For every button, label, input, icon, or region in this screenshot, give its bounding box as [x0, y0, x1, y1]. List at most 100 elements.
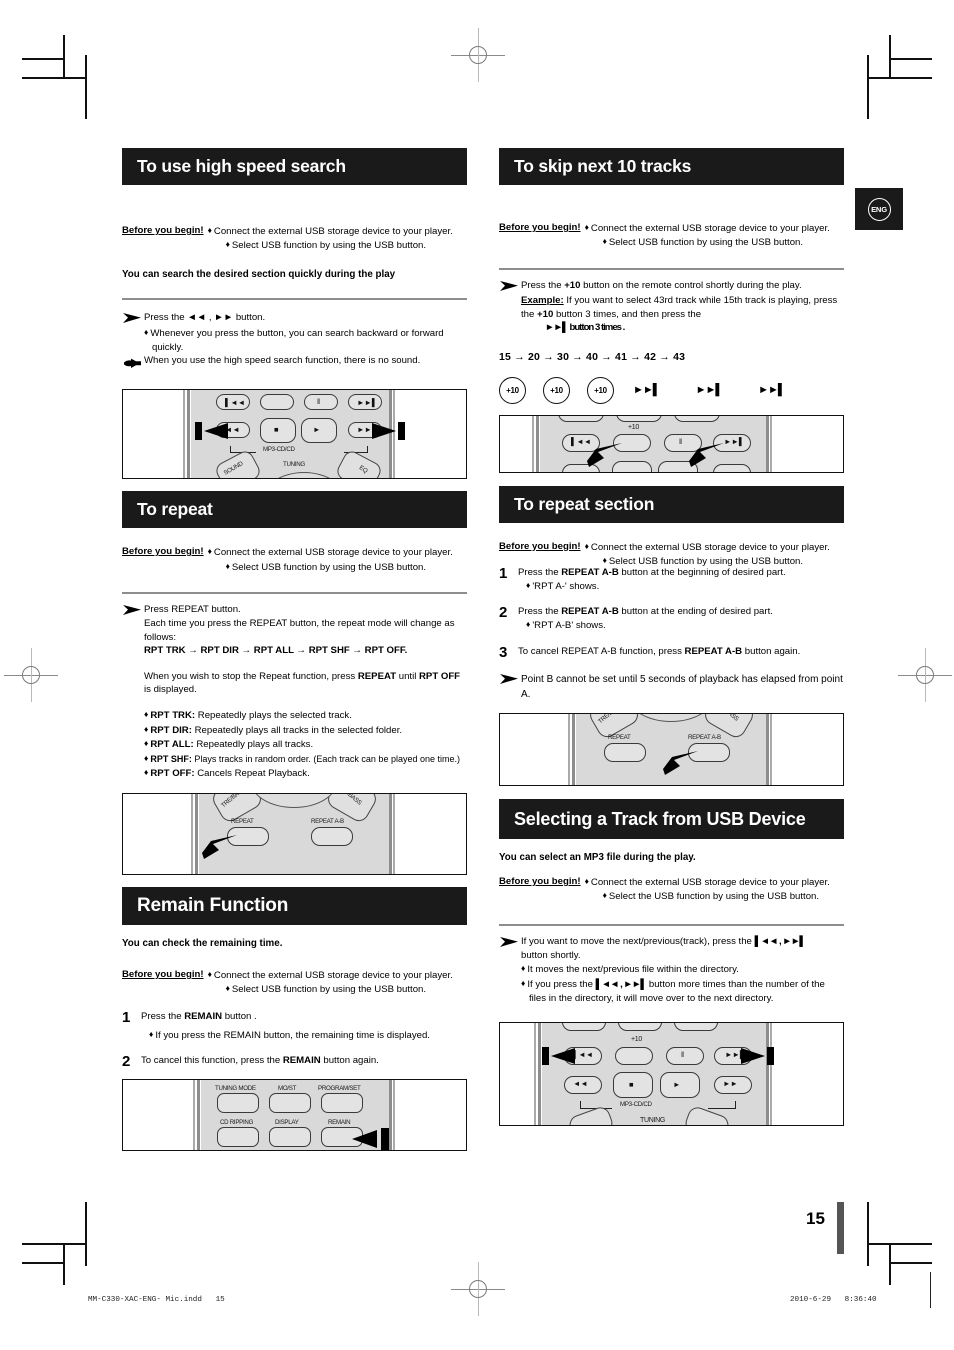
rs-step1-bullet: 'RPT A-' shows. [532, 581, 600, 593]
diamond-bullet-icon: ♦ [207, 546, 212, 557]
before-you-begin-repeat-section: Before you begin! ♦ Connect the external … [499, 540, 844, 569]
repeat-mode-name: RPT TRK: [150, 709, 196, 721]
high-speed-bullet1: Whenever you press the button, you can s… [150, 327, 444, 353]
before-item-2: Select USB function by using the USB but… [231, 240, 427, 252]
select-track-subtitle: You can select an MP3 file during the pl… [499, 851, 696, 863]
press-marker-remain [351, 1127, 391, 1150]
remote-label-repeat: REPEAT [231, 817, 254, 825]
registration-mark-bottom [451, 1262, 505, 1316]
repeat-mode-desc: Repeatedly plays all tracks in the selec… [194, 724, 403, 736]
repeat-mode-name: RPT OFF: [150, 768, 195, 780]
repeat-stop-b: REPEAT [357, 670, 397, 682]
repeat-mode-item: ♦ RPT DIR: Repeatedly plays all tracks in… [144, 723, 467, 738]
remote-label-cd-ripping: CD RIPPING [220, 1118, 254, 1126]
rs-step1-c: button at the beginning of desired part. [618, 566, 786, 578]
press-marker-next [688, 440, 726, 470]
stop-icon: ■ [629, 1080, 634, 1090]
repeat-mode-desc: Repeatedly plays all tracks. [196, 739, 314, 751]
fast-forward-icon: ►► [723, 1079, 738, 1089]
repeat-mode-desc: Repeatedly plays the selected track. [197, 709, 352, 721]
divider-rule [122, 591, 467, 595]
repeat-section-step-2: 2 Press the REPEAT A-B button at the end… [499, 605, 844, 633]
before-you-begin-high-speed: Before you begin! ♦ Connect the external … [122, 224, 467, 253]
remote-illustration-select-track: +10 ▌◄◄ ‖ ►►▌ ◄◄ ■ ► ►► MP3-CD/CD TUNING [499, 1022, 844, 1127]
pause-icon: ‖ [679, 436, 683, 446]
before-you-begin-label: Before you begin! [499, 540, 581, 552]
high-speed-line1: Press the ◄◄ , ►► button. [144, 312, 266, 324]
pointing-hand-icon [122, 354, 144, 374]
skip10-a: Press the [521, 280, 565, 292]
before-you-begin-label: Before you begin! [122, 225, 204, 236]
remote-label-plus10: +10 [628, 423, 639, 431]
footer-file-info: MM-C330-XAC-ENG- Mic.indd 15 [88, 1296, 225, 1304]
remote-label-most: MO/ST [278, 1084, 297, 1092]
remote-button-upper-2 [618, 1023, 662, 1032]
pause-icon: ‖ [681, 1050, 685, 1060]
remote-button-plus10 [260, 394, 294, 411]
repeat-stop-c: until [396, 670, 419, 682]
next-icon: ►►▌ [357, 398, 378, 408]
rs-step1-b: REPEAT A-B [561, 566, 619, 578]
before-item-2: Select USB function by using the USB but… [231, 561, 427, 573]
arrow-head-icon [122, 311, 144, 324]
diamond-bullet-icon: ♦ [521, 977, 526, 988]
rs-note-text: Point B cannot be set until 5 seconds of… [521, 673, 843, 700]
diamond-bullet-icon: ♦ [521, 963, 526, 974]
rs-step3-a: To cancel REPEAT A-B function, press [518, 645, 685, 657]
before-you-begin-label: Before you begin! [499, 875, 581, 887]
section-header-to-repeat: To repeat [122, 491, 467, 529]
language-badge: ENG [855, 188, 903, 230]
diamond-bullet-icon: ♦ [144, 767, 149, 778]
diamond-bullet-icon: ♦ [602, 236, 607, 247]
diamond-bullet-icon: ♦ [144, 738, 149, 749]
remote-button-program-set [321, 1092, 363, 1113]
registration-mark-left [4, 648, 58, 702]
language-badge-label: ENG [867, 197, 891, 221]
remain-step-1: 1 Press the REMAIN button . ♦ If you pres… [122, 1010, 467, 1043]
remote-illustration-repeat-ab: TRE/BASS P.BASS TUNING REPEAT REPEAT A-B [499, 712, 844, 786]
before-you-begin-repeat: Before you begin! ♦ Connect the external … [122, 545, 467, 574]
repeat-mode-name: RPT DIR: [150, 724, 192, 736]
remote-label-display: DISPLAY [275, 1118, 299, 1126]
remain-step2-a: To cancel this function, press the [141, 1054, 283, 1066]
prev-icon: ▌◄◄ [573, 1050, 594, 1060]
divider-rule [499, 923, 844, 927]
remote-button-pause [666, 1047, 704, 1066]
rs-step2-a: Press the [518, 605, 562, 617]
press-marker-plus10 [586, 440, 624, 470]
remote-button-plus10 [615, 1047, 653, 1066]
diamond-bullet-icon: ♦ [149, 1029, 154, 1040]
press-marker-repeat-ab [662, 748, 700, 778]
repeat-mode-name: RPT SHF: [150, 753, 192, 764]
diamond-bullet-icon: ♦ [602, 555, 607, 566]
st-bullet2-a: If you press the [527, 978, 596, 990]
remote-button-upper-1 [558, 415, 604, 422]
press-marker-repeat [201, 832, 239, 862]
diamond-bullet-icon: ♦ [144, 752, 149, 763]
arrow-head-icon [122, 603, 144, 616]
remote-button-most [269, 1092, 311, 1113]
repeat-mode-desc: Plays tracks in random order. (Each trac… [194, 753, 460, 764]
high-speed-hand-line: When you use the high speed search funct… [144, 355, 421, 367]
diamond-bullet-icon: ♦ [225, 983, 230, 994]
arrow-head-icon [499, 672, 521, 685]
remote-button-tuning-mode [217, 1092, 259, 1113]
callout-next-2: ►►▌ [695, 384, 724, 397]
remote-label-program-set: PROGRAM/SET [318, 1084, 361, 1092]
high-speed-instruction: Press the ◄◄ , ►► button. ♦ Whenever you … [122, 311, 467, 354]
arrow-head-icon [499, 935, 521, 948]
before-item-1: Connect the external USB storage device … [213, 226, 453, 237]
remote-button-repeat [604, 742, 646, 762]
skip10-callouts: +10 +10 +10 ►►▌ ►►▌ ►►▌ [499, 376, 844, 404]
remote-illustration-repeat: TRE/BASS P.BASS TUNING REPEAT REPEAT A-B [122, 792, 467, 875]
before-item-2: Select the USB function by using the USB… [608, 891, 820, 903]
right-column: To skip next 10 tracks Before you begin!… [499, 148, 844, 1127]
play-icon: ► [313, 425, 321, 435]
before-you-begin-skip10: Before you begin! ♦ Connect the external … [499, 221, 844, 250]
remain-step1-c: button . [222, 1010, 257, 1022]
remain-step2-b: REMAIN [282, 1054, 321, 1066]
st-bullet2-b: ▌◄◄ , ►►▌ [595, 978, 648, 990]
remain-subtitle: You can check the remaining time. [122, 937, 283, 949]
high-speed-subtitle: You can search the desired section quick… [122, 268, 396, 280]
rs-step2-c: button at the ending of desired part. [618, 605, 773, 617]
